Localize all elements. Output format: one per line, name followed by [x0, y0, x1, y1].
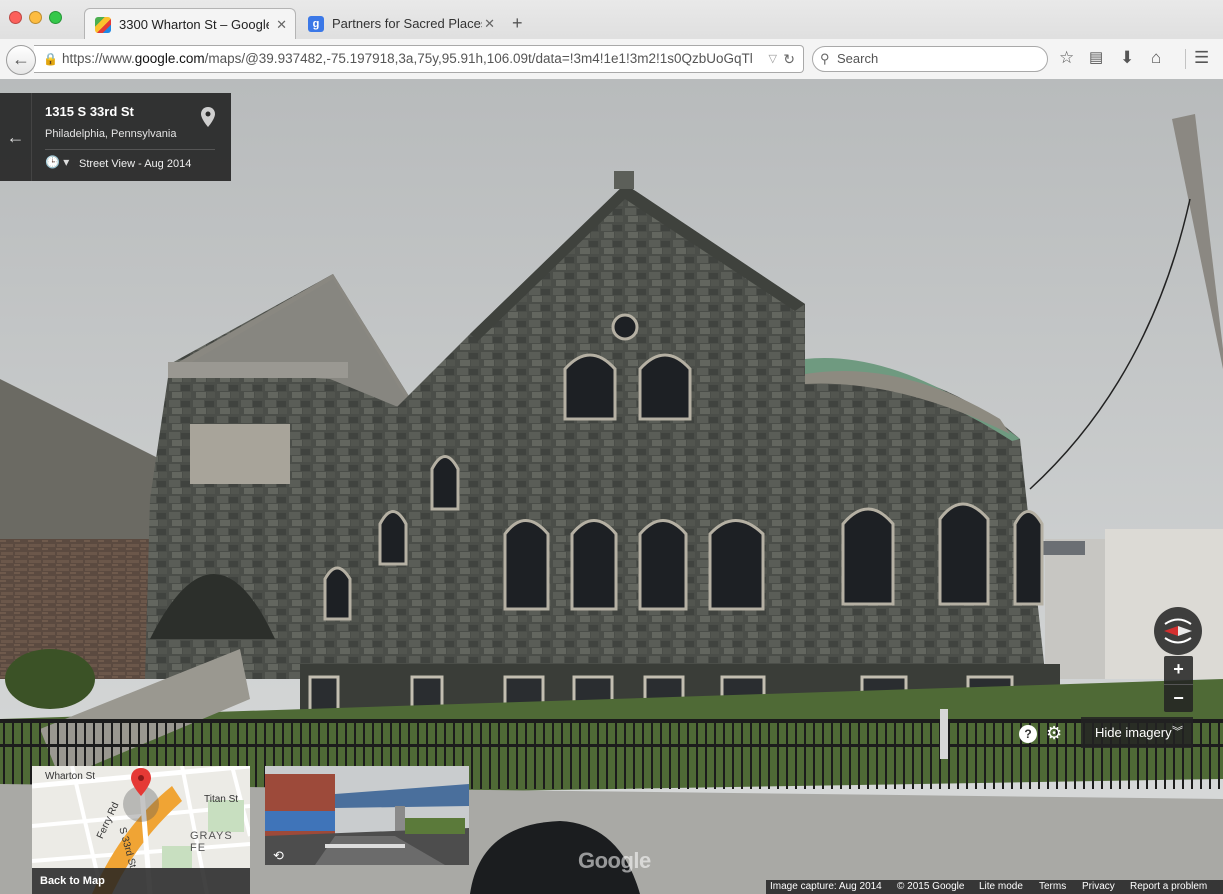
url-path: /maps/@39.937482,-75.197918,3a,75y,95.91…: [204, 51, 753, 66]
city-subtitle: Philadelphia, Pennsylvania: [45, 128, 177, 140]
compass-icon: [1164, 618, 1192, 644]
url-domain: google.com: [134, 51, 205, 66]
double-chevron-icon: ︾: [1172, 726, 1183, 738]
image-capture-date: Image capture: Aug 2014: [770, 881, 882, 892]
back-arrow-icon: ←: [12, 49, 30, 69]
report-problem-link[interactable]: Report a problem: [1130, 880, 1207, 894]
tab-title: 3300 Wharton St – Google...: [119, 17, 269, 32]
menu-icon[interactable]: ☰: [1194, 48, 1209, 68]
street-view-panorama[interactable]: ← 1315 S 33rd St Philadelphia, Pennsylva…: [0, 79, 1223, 894]
minimap[interactable]: Wharton St Titan St S 33rd St GRAYS FE F…: [32, 766, 250, 894]
tab-close-icon[interactable]: ✕: [276, 9, 287, 39]
window-minimize-button[interactable]: [29, 11, 42, 24]
thumbnail-image: [265, 766, 469, 865]
google-watermark: Google: [578, 848, 651, 873]
url-scheme: https://www.: [62, 51, 135, 66]
360-rotate-icon: ⟲: [273, 848, 284, 863]
window-close-button[interactable]: [9, 11, 22, 24]
footer-bar: Image capture: Aug 2014 © 2015 Google Li…: [766, 880, 1223, 894]
tab-close-icon[interactable]: ✕: [484, 8, 495, 39]
back-to-maps-button[interactable]: ←: [0, 93, 32, 181]
url-bar[interactable]: 🔒 https://www.google.com/maps/@39.937482…: [34, 45, 804, 73]
browser-chrome: 3300 Wharton St – Google... ✕ g Partners…: [0, 0, 1223, 79]
search-icon: ⚲: [820, 51, 830, 66]
copyright-text: © 2015 Google: [897, 881, 965, 892]
tab-title: Partners for Sacred Places ...: [332, 16, 482, 31]
new-tab-button[interactable]: +: [512, 13, 523, 34]
zoom-out-button[interactable]: −: [1164, 685, 1193, 713]
tab-google-maps[interactable]: 3300 Wharton St – Google... ✕: [84, 8, 296, 39]
zoom-control: + −: [1164, 656, 1193, 712]
lite-mode-link[interactable]: Lite mode: [979, 880, 1023, 894]
compass[interactable]: [1154, 607, 1202, 655]
reload-icon[interactable]: ↻: [783, 46, 795, 72]
bookmark-star-icon[interactable]: ☆: [1059, 48, 1074, 68]
imagery-date: Street View - Aug 2014: [79, 158, 192, 170]
time-machine-button[interactable]: 🕒 ▾: [45, 155, 71, 173]
map-label-wharton: Wharton St: [45, 771, 96, 782]
hide-imagery-label: Hide imagery: [1095, 725, 1172, 740]
settings-gear-icon[interactable]: ⚙: [1046, 723, 1062, 744]
search-input[interactable]: ⚲ Search: [812, 46, 1048, 72]
home-icon[interactable]: ⌂: [1151, 48, 1161, 68]
address-title: 1315 S 33rd St: [45, 104, 134, 119]
back-button[interactable]: ←: [6, 45, 36, 75]
google-g-favicon-icon: g: [308, 16, 324, 32]
google-maps-favicon-icon: [95, 17, 111, 33]
url-dropdown-icon[interactable]: ▽: [764, 46, 777, 72]
nearby-imagery-thumbnail[interactable]: ⟲: [265, 766, 469, 865]
search-placeholder: Search: [837, 51, 879, 66]
download-icon[interactable]: ⬇: [1120, 48, 1134, 68]
map-label-titan: Titan St: [204, 794, 239, 805]
tab-partners[interactable]: g Partners for Sacred Places ... ✕: [298, 8, 503, 39]
help-icon[interactable]: ?: [1019, 725, 1037, 743]
clock-history-icon: 🕒 ▾: [45, 155, 70, 169]
privacy-link[interactable]: Privacy: [1082, 880, 1115, 894]
map-label-grays-ferry: GRAYS FE: [190, 830, 233, 854]
toolbar-divider: [1185, 49, 1186, 69]
location-info-card: ← 1315 S 33rd St Philadelphia, Pennsylva…: [0, 93, 231, 181]
reading-list-icon[interactable]: ▤: [1089, 48, 1103, 68]
terms-link[interactable]: Terms: [1039, 880, 1066, 894]
navigation-bar: 🔒 https://www.google.com/maps/@39.937482…: [0, 39, 1223, 79]
back-arrow-icon: ←: [6, 127, 25, 147]
back-to-map-button[interactable]: Back to Map: [32, 868, 250, 894]
lock-icon: 🔒: [43, 52, 58, 66]
zoom-in-button[interactable]: +: [1164, 656, 1193, 684]
location-pin-icon[interactable]: [201, 107, 215, 127]
window-zoom-button[interactable]: [49, 11, 62, 24]
hide-imagery-button[interactable]: Hide imagery ︾: [1081, 717, 1193, 748]
card-divider: [45, 149, 215, 150]
